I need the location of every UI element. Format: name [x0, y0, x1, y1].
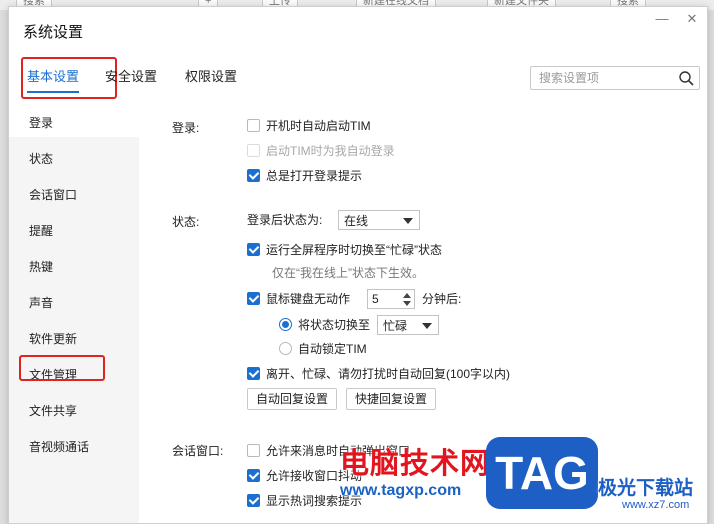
tab-permission-settings[interactable]: 权限设置: [185, 65, 237, 99]
fullscreen-busy-hint: 仅在“我在线上”状态下生效。: [272, 266, 424, 280]
watermark-tag-logo: TAG: [486, 437, 598, 509]
settings-sidebar: 登录 状态 会话窗口 提醒 热键 声音 软件更新 文件管理 文件共享 音视频通话: [9, 107, 139, 523]
watermark-site-name: 极光下载站: [598, 478, 694, 499]
allow-shake-checkbox[interactable]: [247, 469, 260, 483]
watermark-site-url: www.xz7.com: [622, 499, 690, 511]
dialog-title: 系统设置: [23, 24, 84, 41]
after-login-status-label: 登录后状态为:: [247, 213, 323, 227]
auto-login-label: 启动TIM时为我自动登录: [266, 144, 395, 158]
login-section-label: 登录:: [172, 121, 200, 135]
idle-minutes-value: 5: [372, 292, 379, 306]
show-hot-words-checkbox[interactable]: [247, 494, 260, 508]
settings-search-box: [530, 66, 700, 90]
watermark-url: www.tagxp.com: [340, 482, 462, 499]
idle-option[interactable]: 鼠标键盘无动作: [247, 291, 350, 307]
session-section-label: 会话窗口:: [172, 444, 224, 458]
fullscreen-busy-label: 运行全屏程序时切换至“忙碌”状态: [266, 243, 442, 257]
auto-reply-label: 离开、忙碌、请勿打扰时自动回复(100字以内): [266, 367, 511, 381]
sidebar-item-session-window[interactable]: 会话窗口: [29, 186, 77, 203]
sidebar-item-software-update[interactable]: 软件更新: [29, 330, 77, 347]
select-value: 忙碌: [383, 319, 408, 333]
status-section-label: 状态:: [172, 215, 200, 229]
show-login-prompt-label: 总是打开登录提示: [266, 169, 363, 183]
sidebar-item-hotkey[interactable]: 热键: [29, 258, 53, 275]
tab-label: 权限设置: [185, 69, 238, 84]
auto-login-option: 启动TIM时为我自动登录: [247, 143, 395, 159]
sidebar-item-reminder[interactable]: 提醒: [29, 222, 53, 239]
idle-minutes-suffix: 分钟后:: [422, 292, 462, 306]
switch-status-radio[interactable]: [279, 318, 292, 332]
switch-status-option[interactable]: 将状态切换至: [279, 317, 370, 333]
tab-security-settings[interactable]: 安全设置: [105, 65, 157, 99]
auto-lock-option[interactable]: 自动锁定TIM: [279, 341, 367, 357]
after-login-status-select[interactable]: 在线: [338, 210, 420, 230]
chevron-down-icon: [403, 218, 413, 224]
highlight-box: [21, 57, 117, 99]
sidebar-item-login[interactable]: 登录: [29, 114, 53, 131]
auto-login-checkbox: [247, 144, 260, 158]
chevron-down-icon: [422, 323, 432, 329]
sidebar-item-sound[interactable]: 声音: [29, 294, 53, 311]
switch-status-label: 将状态切换至: [298, 318, 371, 332]
select-value: 在线: [344, 214, 369, 228]
search-icon[interactable]: [678, 70, 694, 86]
auto-start-checkbox[interactable]: [247, 119, 260, 133]
stepper-down-icon[interactable]: [403, 301, 411, 306]
search-input[interactable]: [537, 67, 679, 89]
auto-start-option[interactable]: 开机时自动启动TIM: [247, 118, 371, 134]
auto-start-label: 开机时自动启动TIM: [266, 119, 371, 133]
watermark-cn-text: 电脑技术网: [340, 448, 491, 480]
quick-reply-settings-button[interactable]: 快捷回复设置: [346, 388, 436, 410]
idle-minutes-stepper[interactable]: 5: [367, 289, 415, 309]
show-login-prompt-option[interactable]: 总是打开登录提示: [247, 168, 362, 184]
auto-reply-settings-button[interactable]: 自动回复设置: [247, 388, 337, 410]
idle-checkbox[interactable]: [247, 292, 260, 306]
auto-lock-radio[interactable]: [279, 342, 292, 356]
tab-label: 安全设置: [105, 69, 158, 84]
allow-popup-checkbox[interactable]: [247, 444, 260, 458]
fullscreen-busy-option[interactable]: 运行全屏程序时切换至“忙碌”状态: [247, 242, 442, 258]
minimize-button[interactable]: —: [654, 11, 670, 27]
auto-lock-label: 自动锁定TIM: [298, 342, 367, 356]
show-login-prompt-checkbox[interactable]: [247, 169, 260, 183]
idle-label: 鼠标键盘无动作: [266, 292, 351, 306]
highlight-box: [19, 355, 105, 381]
sidebar-item-av-call[interactable]: 音视频通话: [29, 438, 89, 455]
sidebar-item-status[interactable]: 状态: [29, 150, 53, 167]
switch-status-select[interactable]: 忙碌: [377, 315, 439, 335]
auto-reply-checkbox[interactable]: [247, 367, 260, 381]
sidebar-item-file-sharing[interactable]: 文件共享: [29, 402, 77, 419]
stepper-up-icon[interactable]: [403, 293, 411, 298]
close-button[interactable]: ✕: [684, 11, 700, 27]
tab-basic-settings[interactable]: 基本设置: [21, 57, 117, 99]
auto-reply-option[interactable]: 离开、忙碌、请勿打扰时自动回复(100字以内): [247, 366, 510, 382]
fullscreen-busy-checkbox[interactable]: [247, 243, 260, 257]
